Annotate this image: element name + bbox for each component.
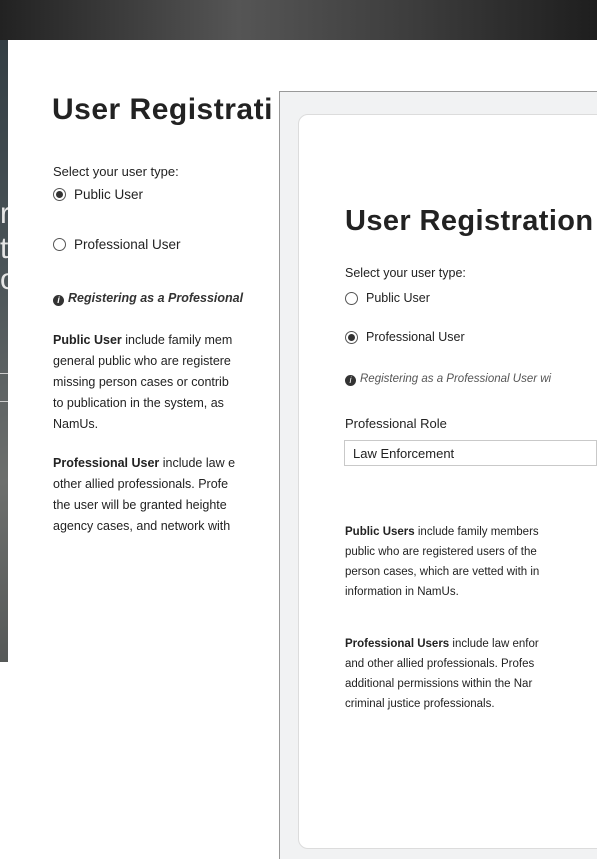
- professional-user-radio[interactable]: Professional User: [53, 237, 181, 252]
- user-type-label: Select your user type:: [53, 164, 179, 179]
- description-line: and other allied professionals. Profes: [345, 658, 535, 670]
- description-line: include law e: [159, 456, 236, 470]
- description-line: missing person cases or contrib: [53, 375, 229, 389]
- description-line: general public who are registere: [53, 354, 231, 368]
- professional-role-select[interactable]: Law Enforcement: [344, 440, 597, 466]
- card-info-note: i Registering as a Professional User wi: [345, 373, 551, 386]
- radio-label: Public User: [366, 291, 430, 305]
- public-user-radio[interactable]: Public User: [53, 187, 143, 202]
- public-user-heading: Public User: [53, 333, 122, 347]
- radio-label: Public User: [74, 187, 144, 202]
- description-line: the user will be granted heighte: [53, 498, 227, 512]
- description-line: other allied professionals. Profe: [53, 477, 229, 491]
- background-divider: [0, 401, 8, 402]
- description-line: agency cases, and network with: [53, 519, 231, 533]
- radio-unselected-icon[interactable]: [53, 238, 66, 251]
- radio-selected-icon[interactable]: [345, 330, 358, 344]
- description-line: include family mem: [121, 333, 233, 347]
- card-public-user-radio[interactable]: Public User: [345, 291, 430, 305]
- description-line: include family members: [414, 526, 539, 538]
- description-line: criminal justice professionals.: [345, 698, 495, 710]
- info-note-text: Registering as a Professional: [68, 291, 244, 305]
- card-professional-user-radio[interactable]: Professional User: [345, 330, 465, 344]
- radio-unselected-icon[interactable]: [345, 291, 358, 305]
- radio-label: Professional User: [366, 330, 465, 344]
- professional-user-heading: Professional User: [53, 456, 160, 470]
- professional-users-heading: Professional Users: [345, 638, 450, 650]
- public-user-description: Public User include family mem general p…: [53, 330, 293, 435]
- card-title: User Registration: [345, 205, 594, 237]
- description-line: person cases, which are vetted with in: [345, 566, 540, 578]
- card-public-users-description: Public Users include family members publ…: [345, 522, 597, 602]
- radio-label: Professional User: [74, 237, 181, 252]
- info-icon: i: [345, 375, 356, 386]
- public-users-heading: Public Users: [345, 526, 415, 538]
- card-professional-users-description: Professional Users include law enfor and…: [345, 634, 597, 714]
- radio-selected-icon[interactable]: [53, 188, 66, 201]
- professional-role-label: Professional Role: [345, 416, 447, 431]
- description-line: information in NamUs.: [345, 586, 459, 598]
- info-icon: i: [53, 295, 64, 306]
- description-line: NamUs.: [53, 417, 99, 431]
- background-divider: [0, 373, 8, 374]
- description-line: include law enfor: [449, 638, 539, 650]
- page-title: User Registrati: [52, 93, 273, 126]
- card-user-type-label: Select your user type:: [345, 266, 466, 280]
- professional-user-description: Professional User include law e other al…: [53, 453, 293, 537]
- description-line: to publication in the system, as: [53, 396, 224, 410]
- description-line: public who are registered users of the: [345, 546, 537, 558]
- info-note-text: Registering as a Professional User wi: [360, 373, 552, 385]
- info-note: i Registering as a Professional: [53, 291, 243, 306]
- description-line: additional permissions within the Nar: [345, 678, 533, 690]
